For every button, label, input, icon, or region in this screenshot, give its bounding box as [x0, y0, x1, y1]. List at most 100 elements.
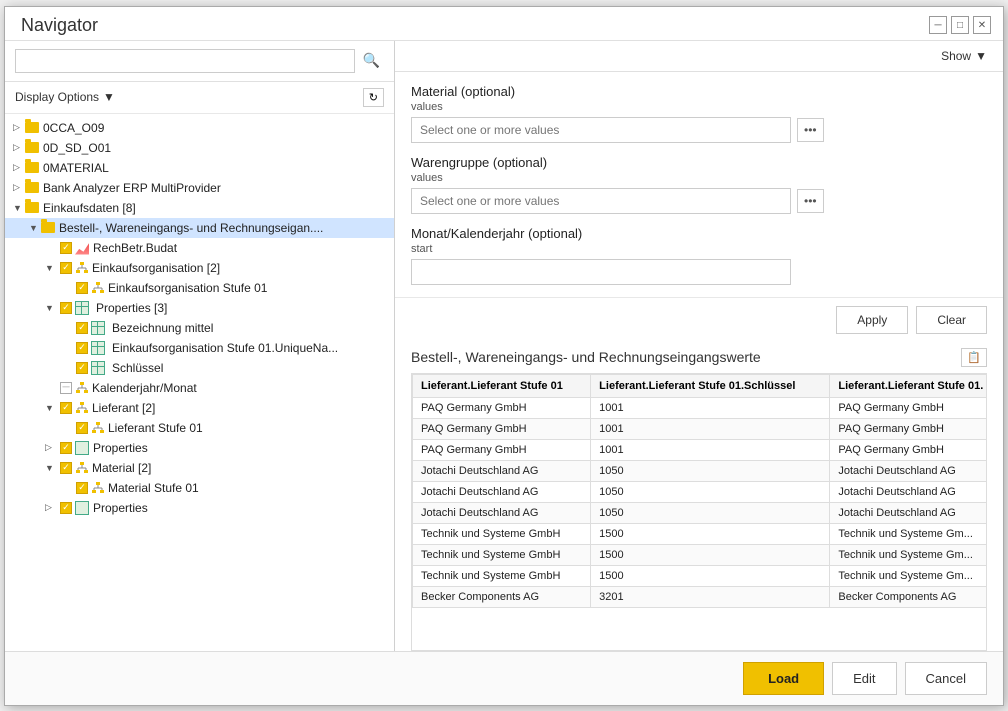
table-cell: Technik und Systeme GmbH: [413, 523, 591, 544]
params-area: Material (optional) values ••• Warengrup…: [395, 72, 1003, 297]
checkbox-einkauforg01[interactable]: ✓: [76, 282, 88, 294]
display-options-bar: Display Options ▼ ↻: [5, 82, 394, 114]
hierarchy-icon-lieferant01: [91, 421, 105, 435]
param-actions: Apply Clear: [395, 297, 1003, 342]
checkbox-einkauforg[interactable]: ✓: [60, 262, 72, 274]
close-button[interactable]: ✕: [973, 16, 991, 34]
table-row[interactable]: Becker Components AG3201Becker Component…: [413, 586, 988, 607]
cancel-button[interactable]: Cancel: [905, 662, 987, 695]
clear-button[interactable]: Clear: [916, 306, 987, 334]
table-row[interactable]: Technik und Systeme GmbH1500Technik und …: [413, 544, 988, 565]
table-row[interactable]: Jotachi Deutschland AG1050Jotachi Deutsc…: [413, 502, 988, 523]
tree-item-einkauforg[interactable]: ▼ ✓ Einkaufsorganisation [2]: [5, 258, 394, 278]
data-table-container[interactable]: Lieferant.Lieferant Stufe 01 Lieferant.L…: [411, 373, 987, 651]
tree-item-label-einkauforg: Einkaufsorganisation [2]: [92, 261, 220, 275]
checkbox-kalender[interactable]: ─: [60, 382, 72, 394]
restore-button[interactable]: □: [951, 16, 969, 34]
param-material-input[interactable]: [411, 117, 791, 143]
tree-item-label-0sd: 0D_SD_O01: [43, 141, 111, 155]
tree-item-bezeichnung[interactable]: ✓ Bezeichnung mittel: [5, 318, 394, 338]
table-row[interactable]: PAQ Germany GmbH1001PAQ Germany GmbH: [413, 397, 988, 418]
param-monat-input-row: [411, 259, 987, 285]
table-row[interactable]: PAQ Germany GmbH1001PAQ Germany GmbH: [413, 418, 988, 439]
checkbox-properties-lief[interactable]: ✓: [60, 442, 72, 454]
tree-item-schluessel[interactable]: ✓ Schlüssel: [5, 358, 394, 378]
expand-arrow-properties3: ▼: [45, 303, 57, 313]
param-material-title: Material (optional): [411, 84, 987, 99]
tree-item-properties-mat[interactable]: ▷ ✓ Properties: [5, 498, 394, 518]
checkbox-properties3[interactable]: ✓: [60, 302, 72, 314]
checkbox-einkauforg-unique[interactable]: ✓: [76, 342, 88, 354]
param-warengruppe-input[interactable]: [411, 188, 791, 214]
table-row[interactable]: Jotachi Deutschland AG1050Jotachi Deutsc…: [413, 481, 988, 502]
table-cell: Technik und Systeme Gm...: [830, 565, 987, 586]
param-warengruppe-dots-button[interactable]: •••: [797, 189, 824, 213]
tree-item-label-material01: Material Stufe 01: [108, 481, 199, 495]
tree-item-0sd[interactable]: ▷ 0D_SD_O01: [5, 138, 394, 158]
col-header-3: Lieferant.Lieferant Stufe 01.: [830, 374, 987, 397]
tree-item-0cca[interactable]: ▷ 0CCA_O09: [5, 118, 394, 138]
table-row[interactable]: Technik und Systeme GmbH1500Technik und …: [413, 523, 988, 544]
dialog-title: Navigator: [21, 15, 98, 36]
expand-arrow-einkauf: ▼: [13, 203, 25, 213]
tree-item-bestell[interactable]: ▼ Bestell-, Wareneingangs- und Rechnungs…: [5, 218, 394, 238]
tree-item-material01[interactable]: ✓ Material Stufe 01: [5, 478, 394, 498]
expand-arrow-bank: ▷: [13, 182, 25, 193]
checkbox-material01[interactable]: ✓: [76, 482, 88, 494]
table-row[interactable]: Jotachi Deutschland AG1050Jotachi Deutsc…: [413, 460, 988, 481]
param-warengruppe-title: Warengruppe (optional): [411, 155, 987, 170]
folder-icon-0cca: [25, 122, 39, 133]
tree-item-properties-lief[interactable]: ▷ ✓ Properties: [5, 438, 394, 458]
right-panel: Show ▼ Material (optional) values •••: [395, 41, 1003, 651]
table-row[interactable]: PAQ Germany GmbH1001PAQ Germany GmbH: [413, 439, 988, 460]
param-monat-input[interactable]: [411, 259, 791, 285]
refresh-button[interactable]: ↻: [363, 88, 384, 107]
tree-item-einkauforg-unique[interactable]: ✓ Einkaufsorganisation Stufe 01.UniqueNa…: [5, 338, 394, 358]
checkbox-lieferant01[interactable]: ✓: [76, 422, 88, 434]
tree-area[interactable]: ▷ 0CCA_O09 ▷ 0D_SD_O01 ▷ 0MATERIAL: [5, 114, 394, 651]
folder-icon-einkauf: [25, 202, 39, 213]
table-cell: PAQ Germany GmbH: [413, 439, 591, 460]
apply-button[interactable]: Apply: [836, 306, 908, 334]
table-cell: Technik und Systeme Gm...: [830, 544, 987, 565]
hierarchy-icon-material01: [91, 481, 105, 495]
expand-arrow-lieferant2: ▼: [45, 403, 57, 413]
load-button[interactable]: Load: [743, 662, 824, 695]
tree-item-einkauf[interactable]: ▼ Einkaufsdaten [8]: [5, 198, 394, 218]
table-icon-properties-mat: [75, 501, 89, 515]
expand-arrow-properties-lief: ▷: [45, 442, 57, 453]
right-top: Show ▼: [395, 41, 1003, 72]
data-export-button[interactable]: 📋: [961, 348, 987, 367]
checkbox-lieferant2[interactable]: ✓: [60, 402, 72, 414]
tree-item-properties3[interactable]: ▼ ✓ Properties [3]: [5, 298, 394, 318]
checkbox-bezeichnung[interactable]: ✓: [76, 322, 88, 334]
tree-item-lieferant2[interactable]: ▼ ✓ Lieferant [2]: [5, 398, 394, 418]
tree-item-rechbetr[interactable]: ✓ RechBetr.Budat: [5, 238, 394, 258]
checkbox-rechbetr[interactable]: ✓: [60, 242, 72, 254]
tree-item-einkauforg01[interactable]: ✓ Einkaufsorganisation Stufe 01: [5, 278, 394, 298]
edit-button[interactable]: Edit: [832, 662, 896, 695]
tree-item-0material[interactable]: ▷ 0MATERIAL: [5, 158, 394, 178]
expand-arrow-properties-mat: ▷: [45, 502, 57, 513]
show-dropdown[interactable]: Show ▼: [941, 49, 987, 63]
table-cell: Becker Components AG: [830, 586, 987, 607]
tree-item-bank[interactable]: ▷ Bank Analyzer ERP MultiProvider: [5, 178, 394, 198]
checkbox-properties-mat[interactable]: ✓: [60, 502, 72, 514]
search-button[interactable]: 🔍: [359, 52, 384, 69]
param-material: Material (optional) values •••: [411, 84, 987, 143]
search-input[interactable]: [15, 49, 355, 73]
checkbox-schluessel[interactable]: ✓: [76, 362, 88, 374]
tree-item-kalender[interactable]: ─ Kalenderjahr/Monat: [5, 378, 394, 398]
checkbox-material2[interactable]: ✓: [60, 462, 72, 474]
tree-item-label-lieferant2: Lieferant [2]: [92, 401, 155, 415]
table-row[interactable]: Technik und Systeme GmbH1500Technik und …: [413, 565, 988, 586]
minimize-button[interactable]: ─: [929, 16, 947, 34]
table-cell: PAQ Germany GmbH: [413, 397, 591, 418]
param-material-dots-button[interactable]: •••: [797, 118, 824, 142]
tree-item-lieferant01[interactable]: ✓ Lieferant Stufe 01: [5, 418, 394, 438]
hierarchy-icon-einkauforg: [75, 261, 89, 275]
hierarchy-icon-material2: [75, 461, 89, 475]
tree-item-material2[interactable]: ▼ ✓ Material [2]: [5, 458, 394, 478]
display-options-button[interactable]: Display Options ▼: [15, 90, 115, 104]
show-label: Show: [941, 49, 971, 63]
